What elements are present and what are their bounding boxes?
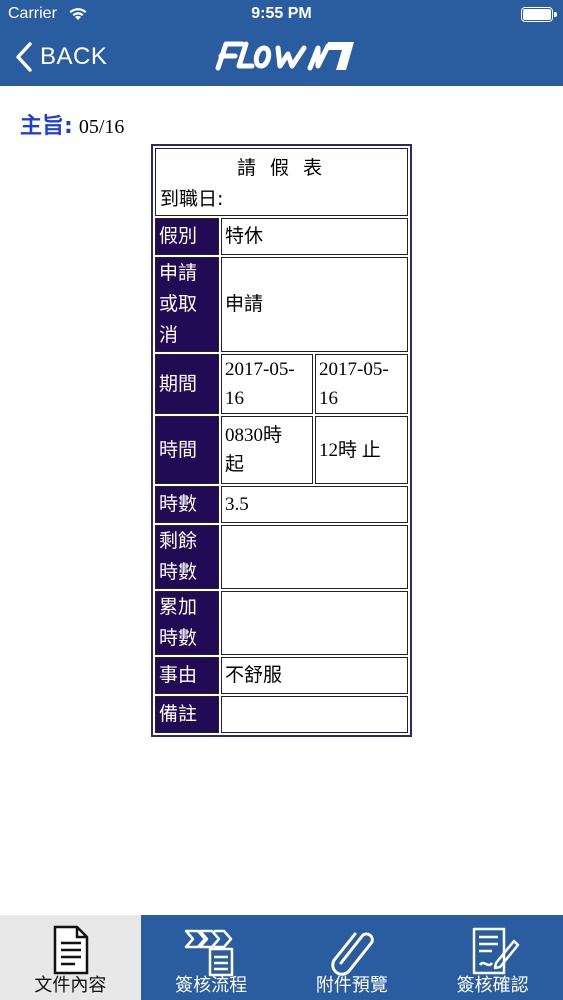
time-label: 時間	[155, 416, 219, 484]
tab-label: 簽核確認	[456, 975, 529, 996]
tab-label: 簽核流程	[175, 975, 248, 996]
tab-approval-flow[interactable]: 簽核流程	[141, 915, 282, 1000]
hours-label: 時數	[155, 486, 219, 523]
status-time: 9:55 PM	[251, 5, 312, 22]
flow-icon	[184, 929, 234, 977]
remark-value	[221, 696, 408, 733]
remaining-hours-value	[221, 525, 408, 589]
back-button[interactable]: BACK	[14, 39, 107, 75]
flow-logo	[215, 41, 354, 71]
accumulated-hours-value	[221, 591, 408, 655]
back-label: BACK	[40, 43, 108, 70]
hours-value: 3.5	[221, 486, 408, 523]
period-start: 2017-05- 16	[221, 354, 313, 414]
document-icon	[54, 925, 89, 975]
period-end: 2017-05- 16	[315, 354, 408, 414]
leave-type-value: 特休	[221, 218, 408, 255]
subject-label: 主旨:	[20, 114, 73, 139]
paperclip-icon	[331, 932, 374, 976]
time-start: 0830時 起	[221, 416, 313, 484]
accumulated-hours-label: 累加 時數	[155, 591, 219, 655]
tab-bar: 文件內容 簽核流程 附件預覽 簽核確認	[0, 915, 563, 1000]
apply-label: 申請 或取 消	[155, 257, 219, 352]
status-bar: Carrier 9:55 PM	[0, 0, 563, 28]
subject-value: 05/16	[78, 116, 125, 138]
period-label: 期間	[155, 354, 219, 414]
remark-label: 備註	[155, 696, 219, 733]
leave-type-label: 假別	[155, 218, 219, 255]
sign-confirm-icon	[472, 927, 519, 975]
time-end: 12時 止	[315, 416, 408, 484]
tab-approval-confirm[interactable]: 簽核確認	[422, 915, 563, 1000]
nav-bar: BACK	[0, 28, 563, 86]
remaining-hours-label: 剩餘 時數	[155, 525, 219, 589]
form-title: 請 假 表	[236, 157, 327, 179]
tab-document-content[interactable]: 文件內容	[0, 915, 141, 1000]
battery-icon	[521, 7, 557, 22]
leave-form-table: 請 假 表 到職日: 假別 特休 申請 或取 消 申請 期間 2017-05- …	[153, 146, 410, 735]
hire-date-label: 到職日:	[160, 188, 224, 210]
reason-value: 不舒服	[221, 657, 408, 694]
reason-label: 事由	[155, 657, 219, 694]
tab-label: 附件預覽	[315, 975, 388, 996]
subject-line: 主旨: 05/16	[20, 108, 124, 140]
leave-form: 請 假 表 到職日: 假別 特休 申請 或取 消 申請 期間 2017-05- …	[151, 144, 412, 737]
apply-value: 申請	[221, 257, 408, 352]
form-header-cell: 請 假 表 到職日:	[155, 148, 408, 216]
chevron-left-icon	[16, 42, 32, 72]
tab-label: 文件內容	[34, 975, 107, 996]
tab-attachment-preview[interactable]: 附件預覽	[282, 915, 423, 1000]
